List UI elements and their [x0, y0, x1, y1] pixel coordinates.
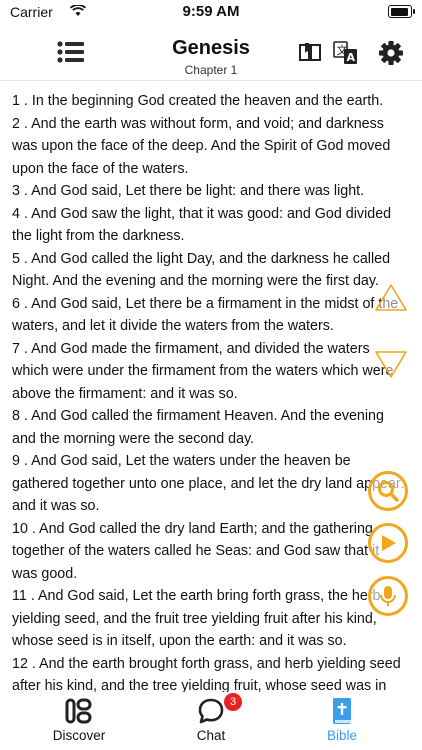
- verse[interactable]: 4 . And God saw the light, that it was g…: [12, 203, 408, 248]
- verse[interactable]: 12 . And the earth brought forth grass, …: [12, 653, 408, 693]
- play-button[interactable]: [368, 523, 408, 563]
- gear-icon[interactable]: [378, 40, 408, 66]
- status-bar: Carrier 9:59 AM: [0, 0, 422, 24]
- book-icon[interactable]: [298, 40, 328, 66]
- battery-icon: [388, 5, 415, 18]
- tab-label: Chat: [196, 728, 226, 743]
- translate-icon[interactable]: 文 A: [333, 40, 363, 66]
- verse[interactable]: 10 . And God called the dry land Earth; …: [12, 518, 408, 586]
- scroll-down-icon[interactable]: [373, 346, 409, 382]
- chat-badge: 3: [224, 693, 242, 711]
- tab-label: Bible: [326, 728, 358, 743]
- verse[interactable]: 9 . And God said, Let the waters under t…: [12, 450, 408, 518]
- verse[interactable]: 7 . And God made the firmament, and divi…: [12, 338, 408, 406]
- verse[interactable]: 8 . And God called the firmament Heaven.…: [12, 405, 408, 450]
- tab-chat[interactable]: Chat: [161, 693, 261, 750]
- header: Genesis Chapter 1 文 A: [0, 28, 422, 81]
- bible-icon: [333, 698, 351, 724]
- discover-icon: [65, 698, 92, 724]
- play-icon: [382, 535, 396, 551]
- tab-label: Discover: [52, 728, 106, 743]
- tab-bible[interactable]: Bible: [292, 693, 392, 750]
- tab-bar: Discover Chat 3 Bible: [0, 693, 422, 750]
- status-time: 9:59 AM: [182, 3, 240, 20]
- scroll-up-icon[interactable]: [373, 280, 409, 316]
- verse[interactable]: 3 . And God said, Let there be light: an…: [12, 180, 408, 203]
- scripture-text[interactable]: 1 . In the beginning God created the hea…: [12, 90, 408, 692]
- svg-text:A: A: [347, 51, 356, 64]
- verse[interactable]: 2 . And the earth was without form, and …: [12, 113, 408, 181]
- verse[interactable]: 1 . In the beginning God created the hea…: [12, 90, 408, 113]
- chat-bubble-icon: [198, 698, 224, 724]
- search-icon: [378, 481, 399, 502]
- verse[interactable]: 11 . And God said, Let the earth bring f…: [12, 585, 408, 653]
- tab-discover[interactable]: Discover: [29, 693, 129, 750]
- search-button[interactable]: [368, 471, 408, 511]
- voice-button[interactable]: [368, 576, 408, 616]
- microphone-icon: [380, 586, 396, 606]
- verse[interactable]: 5 . And God called the light Day, and th…: [12, 248, 408, 293]
- verse[interactable]: 6 . And God said, Let there be a firmame…: [12, 293, 408, 338]
